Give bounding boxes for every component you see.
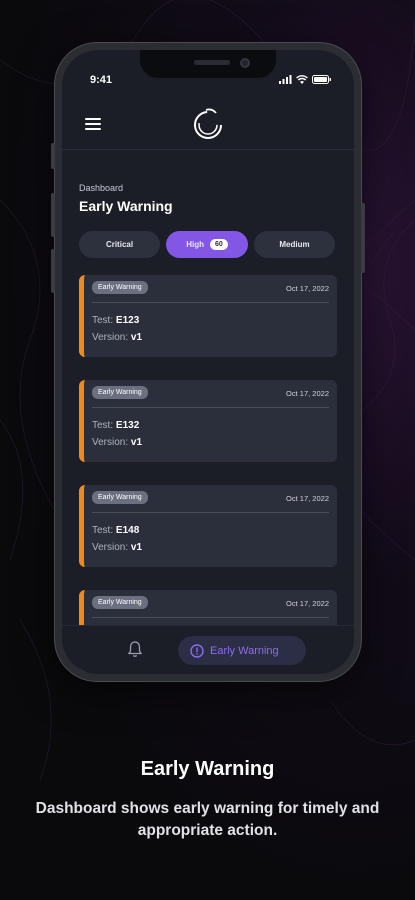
status-icons xyxy=(279,75,332,84)
filter-high-label: High xyxy=(186,240,204,249)
wifi-icon xyxy=(296,75,308,84)
alert-circle-icon xyxy=(190,643,204,658)
warning-list: Early Warning Oct 17, 2022 Test: E123 Ve… xyxy=(79,275,337,674)
filter-critical-label: Critical xyxy=(105,240,134,249)
card-version-label: Version: xyxy=(92,437,129,448)
card-test-value: E123 xyxy=(115,315,140,326)
app-screen: 9:41 Dashboard Early Warning Critical Hi… xyxy=(62,50,354,674)
promo-subtext: Dashboard shows early warning for timely… xyxy=(35,800,380,839)
tab-early-warning-label: Early Warning xyxy=(210,644,279,657)
severity-filter-tabs: Critical High 60 Medium xyxy=(79,231,335,258)
card-test-row: Test: E148 xyxy=(92,525,139,536)
card-divider xyxy=(92,512,329,513)
warning-badge: Early Warning xyxy=(92,281,148,294)
hamburger-icon[interactable] xyxy=(85,118,101,130)
card-version-row: Version: v1 xyxy=(92,332,142,343)
phone-frame: 9:41 Dashboard Early Warning Critical Hi… xyxy=(51,43,365,681)
warning-card[interactable]: Early Warning Oct 17, 2022 Test: E148 Ve… xyxy=(79,485,337,567)
signal-icon xyxy=(279,75,292,84)
warning-badge: Early Warning xyxy=(92,386,148,399)
card-version-row: Version: v1 xyxy=(92,437,142,448)
filter-high-count-badge: 60 xyxy=(209,239,228,250)
card-date: Oct 17, 2022 xyxy=(286,494,329,503)
volume-down-button xyxy=(51,249,55,293)
warning-card[interactable]: Early Warning Oct 17, 2022 Test: E132 Ve… xyxy=(79,380,337,462)
warning-card[interactable]: Early Warning Oct 17, 2022 Test: E123 Ve… xyxy=(79,275,337,357)
filter-high[interactable]: High 60 xyxy=(166,231,248,258)
page-title: Early Warning xyxy=(79,198,173,214)
card-version-value: v1 xyxy=(130,332,143,343)
filter-medium-label: Medium xyxy=(279,240,310,249)
promo-headline: Early Warning xyxy=(140,758,275,780)
card-divider xyxy=(92,302,329,303)
card-version-value: v1 xyxy=(130,437,143,448)
mute-switch xyxy=(51,143,55,169)
card-test-value: E132 xyxy=(115,420,140,431)
filter-medium[interactable]: Medium xyxy=(254,231,335,258)
breadcrumb: Dashboard xyxy=(79,183,124,193)
card-version-label: Version: xyxy=(92,332,129,343)
bottom-navigation: Early Warning xyxy=(62,625,354,674)
volume-up-button xyxy=(51,193,55,237)
warning-badge: Early Warning xyxy=(92,491,148,504)
tab-early-warning[interactable]: Early Warning xyxy=(178,636,306,665)
card-version-value: v1 xyxy=(130,542,143,553)
card-version-row: Version: v1 xyxy=(92,542,142,553)
card-test-value: E148 xyxy=(115,525,140,536)
card-test-row: Test: E132 xyxy=(92,420,139,431)
card-version-label: Version: xyxy=(92,542,129,553)
camera xyxy=(240,58,250,68)
warning-badge: Early Warning xyxy=(92,596,148,609)
battery-icon xyxy=(312,75,331,84)
status-time: 9:41 xyxy=(90,74,113,86)
power-button xyxy=(361,203,365,273)
notch xyxy=(140,50,276,78)
card-test-label: Test: xyxy=(92,315,114,326)
bell-icon[interactable] xyxy=(127,640,143,658)
card-test-label: Test: xyxy=(92,525,114,536)
card-date: Oct 17, 2022 xyxy=(286,389,329,398)
filter-critical[interactable]: Critical xyxy=(79,231,160,258)
card-date: Oct 17, 2022 xyxy=(286,284,329,293)
card-test-label: Test: xyxy=(92,420,114,431)
card-test-row: Test: E123 xyxy=(92,315,139,326)
card-divider xyxy=(92,617,329,618)
app-header xyxy=(62,100,354,150)
card-date: Oct 17, 2022 xyxy=(286,599,329,608)
speaker xyxy=(194,60,230,65)
ring-logo-icon xyxy=(194,108,222,139)
card-divider xyxy=(92,407,329,408)
